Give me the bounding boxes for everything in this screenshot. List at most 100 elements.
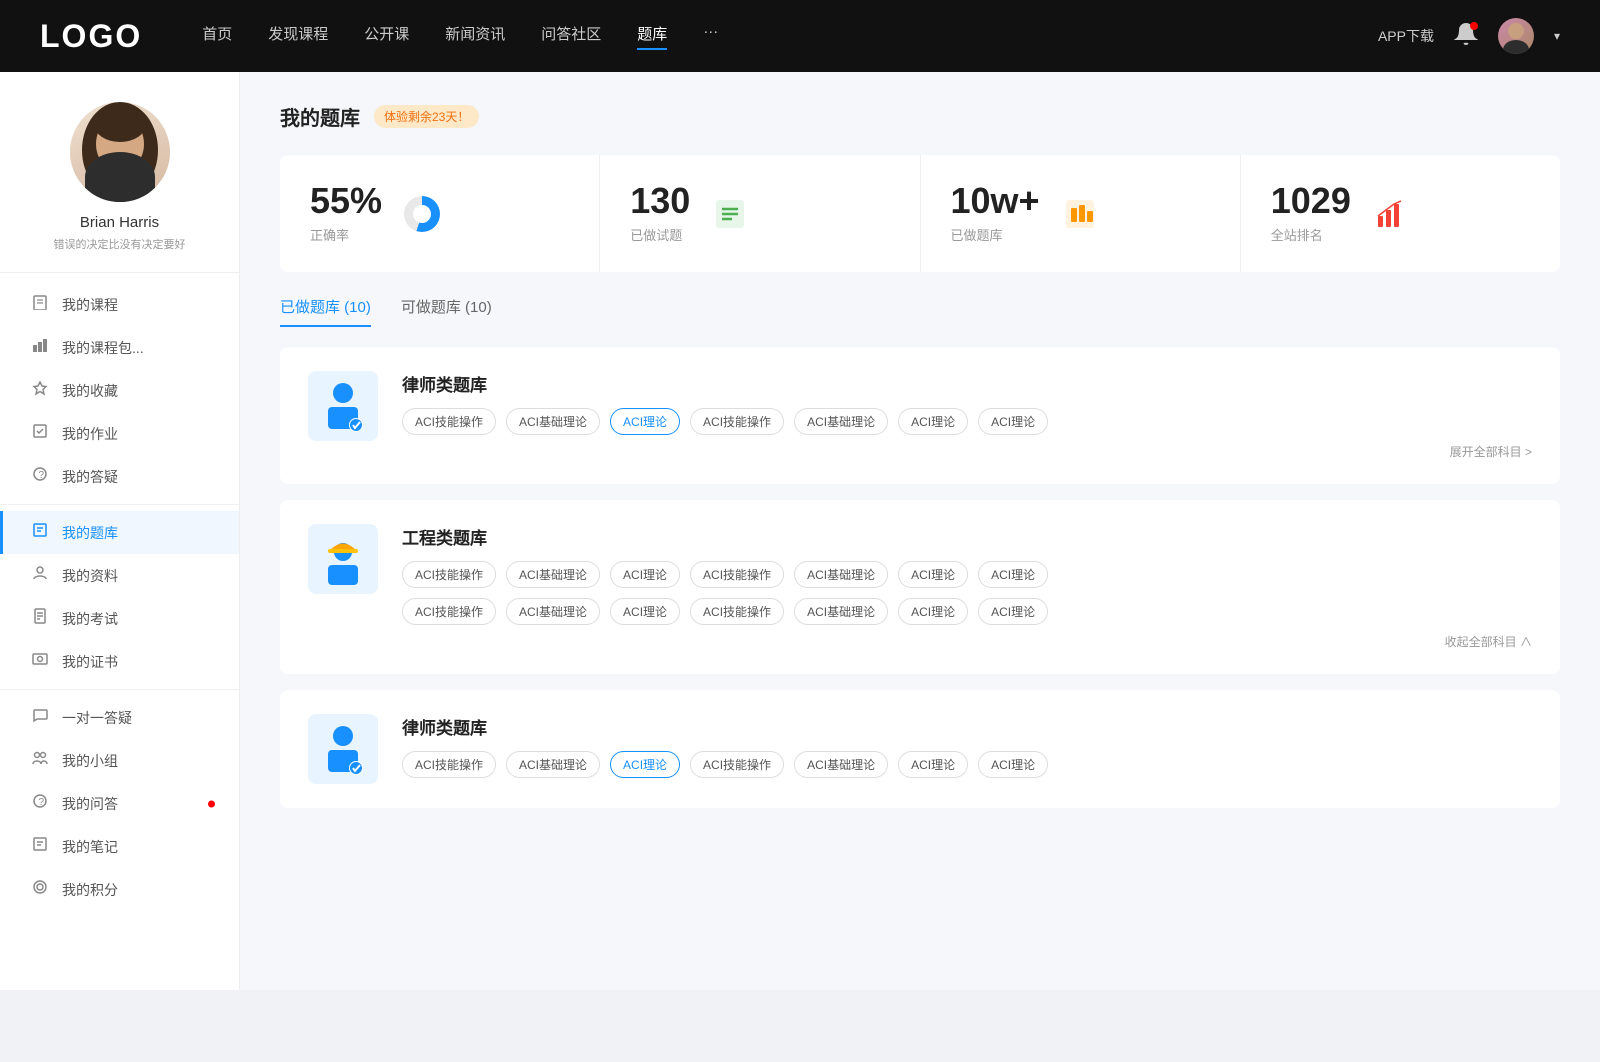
page-title: 我的题库: [280, 102, 360, 131]
sidebar-item-questionbank[interactable]: 我的题库: [0, 511, 239, 554]
sidebar-divider-1: [0, 504, 239, 505]
notification-bell[interactable]: [1454, 22, 1478, 51]
qbank-2-tag-r2-4[interactable]: ACI基础理论: [794, 598, 888, 625]
avatar[interactable]: [1498, 18, 1534, 54]
svg-text:?: ?: [39, 470, 45, 481]
qbank-card-3: 律师类题库 ACI技能操作 ACI基础理论 ACI理论 ACI技能操作 ACI基…: [280, 690, 1560, 808]
qbank-3-tag-5[interactable]: ACI理论: [898, 751, 968, 778]
sidebar-item-certificate[interactable]: 我的证书: [0, 640, 239, 683]
stat-done-questions-label: 已做试题: [630, 225, 690, 244]
qbank-3-tag-1[interactable]: ACI基础理论: [506, 751, 600, 778]
sidebar-item-notes[interactable]: 我的笔记: [0, 825, 239, 868]
favorites-icon: [30, 380, 50, 401]
nav-home[interactable]: 首页: [202, 23, 232, 50]
qbank-3-tag-6[interactable]: ACI理论: [978, 751, 1048, 778]
qbank-2-tag-r2-5[interactable]: ACI理论: [898, 598, 968, 625]
qbank-2-tag-r2-1[interactable]: ACI基础理论: [506, 598, 600, 625]
qbank-2-tag-r1-1[interactable]: ACI基础理论: [506, 561, 600, 588]
sidebar-item-homework[interactable]: 我的作业: [0, 412, 239, 455]
stat-done-questions-value: 130: [630, 183, 690, 219]
stat-done-banks-icon: [1060, 194, 1100, 234]
sidebar-item-myqa[interactable]: ? 我的问答: [0, 782, 239, 825]
sidebar-item-mycourse-label: 我的课程: [62, 295, 118, 315]
qbank-2-content: 工程类题库 ACI技能操作 ACI基础理论 ACI理论 ACI技能操作 ACI基…: [402, 524, 1532, 650]
sidebar-item-favorites[interactable]: 我的收藏: [0, 369, 239, 412]
sidebar-item-coursepack[interactable]: 我的课程包...: [0, 326, 239, 369]
nav-opencourse[interactable]: 公开课: [364, 23, 409, 50]
sidebar-item-exam-label: 我的考试: [62, 609, 118, 629]
qbank-3-tag-0[interactable]: ACI技能操作: [402, 751, 496, 778]
sidebar-item-mycourse[interactable]: 我的课程: [0, 283, 239, 326]
nav-more[interactable]: ···: [703, 23, 718, 50]
qbank-1-tags: ACI技能操作 ACI基础理论 ACI理论 ACI技能操作 ACI基础理论 AC…: [402, 408, 1532, 435]
sidebar-item-1on1-label: 一对一答疑: [62, 708, 132, 728]
homework-icon: [30, 423, 50, 444]
qbank-3-tag-3[interactable]: ACI技能操作: [690, 751, 784, 778]
mycourse-icon: [30, 294, 50, 315]
qbank-3-tags: ACI技能操作 ACI基础理论 ACI理论 ACI技能操作 ACI基础理论 AC…: [402, 751, 1532, 778]
qbank-2-collapse[interactable]: 收起全部科目 ∧: [402, 633, 1532, 650]
sidebar-item-points-label: 我的积分: [62, 880, 118, 900]
stat-done-banks: 10w+ 已做题库: [921, 155, 1241, 272]
qbank-2-tag-r1-2[interactable]: ACI理论: [610, 561, 680, 588]
qbank-2-tags-row2: ACI技能操作 ACI基础理论 ACI理论 ACI技能操作 ACI基础理论 AC…: [402, 598, 1532, 625]
qbank-1-tag-5[interactable]: ACI理论: [898, 408, 968, 435]
stats-row: 55% 正确率 130 已做试题: [280, 155, 1560, 272]
app-download-btn[interactable]: APP下载: [1378, 26, 1434, 46]
qbank-2-tag-r1-4[interactable]: ACI基础理论: [794, 561, 888, 588]
exam-icon: [30, 608, 50, 629]
navbar-right: APP下载 ▾: [1378, 18, 1560, 54]
qbank-2-tag-r2-3[interactable]: ACI技能操作: [690, 598, 784, 625]
stat-done-questions: 130 已做试题: [600, 155, 920, 272]
qbank-2-tag-r1-0[interactable]: ACI技能操作: [402, 561, 496, 588]
myqa-dot: [208, 800, 215, 807]
tab-done-banks[interactable]: 已做题库 (10): [280, 296, 371, 327]
sidebar-item-askquestion[interactable]: ? 我的答疑: [0, 455, 239, 498]
qbank-1-expand[interactable]: 展开全部科目 >: [402, 443, 1532, 460]
sidebar-item-favorites-label: 我的收藏: [62, 381, 118, 401]
tab-available-banks[interactable]: 可做题库 (10): [401, 296, 492, 327]
qbank-2-tag-r1-3[interactable]: ACI技能操作: [690, 561, 784, 588]
questionbank-icon: [30, 522, 50, 543]
qbank-1-tag-4[interactable]: ACI基础理论: [794, 408, 888, 435]
qbank-1-content: 律师类题库 ACI技能操作 ACI基础理论 ACI理论 ACI技能操作 ACI基…: [402, 371, 1532, 460]
sidebar: Brian Harris 错误的决定比没有决定要好 我的课程 我的课程包...: [0, 72, 240, 990]
qbank-1-tag-1[interactable]: ACI基础理论: [506, 408, 600, 435]
qbank-1-tag-2[interactable]: ACI理论: [610, 408, 680, 435]
qbank-2-tag-r1-6[interactable]: ACI理论: [978, 561, 1048, 588]
qbank-2-tag-r1-5[interactable]: ACI理论: [898, 561, 968, 588]
main-content: 我的题库 体验剩余23天！ 55% 正确率 130 已做试题: [240, 72, 1600, 990]
sidebar-item-exam[interactable]: 我的考试: [0, 597, 239, 640]
nav-questionbank[interactable]: 题库: [637, 23, 667, 50]
stat-ranking-value: 1029: [1271, 183, 1351, 219]
stat-ranking: 1029 全站排名: [1241, 155, 1560, 272]
nav-discover[interactable]: 发现课程: [268, 23, 328, 50]
sidebar-avatar: [70, 102, 170, 202]
svg-text:?: ?: [39, 797, 45, 808]
qbank-3-tag-2[interactable]: ACI理论: [610, 751, 680, 778]
qbank-3-title: 律师类题库: [402, 714, 1532, 739]
sidebar-item-group[interactable]: 我的小组: [0, 739, 239, 782]
qbank-3-content: 律师类题库 ACI技能操作 ACI基础理论 ACI理论 ACI技能操作 ACI基…: [402, 714, 1532, 778]
sidebar-item-points[interactable]: 我的积分: [0, 868, 239, 911]
nav-qa[interactable]: 问答社区: [541, 23, 601, 50]
sidebar-item-profile[interactable]: 我的资料: [0, 554, 239, 597]
qbank-2-tag-r2-6[interactable]: ACI理论: [978, 598, 1048, 625]
qbank-1-title: 律师类题库: [402, 371, 1532, 396]
qbank-1-tag-6[interactable]: ACI理论: [978, 408, 1048, 435]
user-dropdown-arrow[interactable]: ▾: [1554, 29, 1560, 43]
qbank-2-tag-r2-0[interactable]: ACI技能操作: [402, 598, 496, 625]
qbank-3-tag-4[interactable]: ACI基础理论: [794, 751, 888, 778]
qbank-1-tag-3[interactable]: ACI技能操作: [690, 408, 784, 435]
stat-done-questions-icon: [710, 194, 750, 234]
sidebar-item-1on1[interactable]: 一对一答疑: [0, 696, 239, 739]
sidebar-item-askquestion-label: 我的答疑: [62, 467, 118, 487]
askquestion-icon: ?: [30, 466, 50, 487]
qbank-1-tag-0[interactable]: ACI技能操作: [402, 408, 496, 435]
stat-accuracy: 55% 正确率: [280, 155, 600, 272]
sidebar-avatar-image: [70, 102, 170, 202]
qbank-2-tag-r2-2[interactable]: ACI理论: [610, 598, 680, 625]
logo: LOGO: [40, 18, 142, 55]
nav-news[interactable]: 新闻资讯: [445, 23, 505, 50]
qbank-3-icon-wrap: [308, 714, 378, 784]
